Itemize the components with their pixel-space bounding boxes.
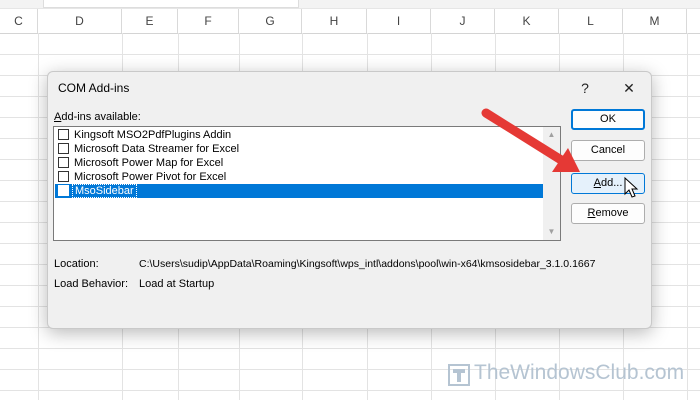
addin-label: Microsoft Data Streamer for Excel: [74, 143, 240, 155]
windowsclub-logo-icon: [448, 364, 470, 386]
addin-list-item[interactable]: Kingsoft MSO2PdfPlugins Addin: [55, 128, 543, 142]
column-header-l[interactable]: L: [559, 9, 623, 33]
column-header-row: C D E F G H I J K L M: [0, 8, 700, 34]
remove-button-label: emove: [595, 207, 629, 219]
column-header-m[interactable]: M: [623, 9, 687, 33]
addin-label: Microsoft Power Pivot for Excel: [74, 171, 227, 183]
formula-bar[interactable]: [43, 0, 299, 8]
column-header-i[interactable]: I: [367, 9, 431, 33]
scroll-down-icon[interactable]: ▼: [543, 225, 560, 239]
location-value: C:\Users\sudip\AppData\Roaming\Kingsoft\…: [139, 258, 596, 270]
dialog-titlebar[interactable]: COM Add-ins ? ✕: [48, 72, 651, 104]
addin-checkbox[interactable]: [58, 143, 69, 154]
column-gridline: [38, 33, 39, 400]
location-label: Location:: [54, 258, 99, 270]
row-gridline: [0, 390, 700, 391]
column-header-d[interactable]: D: [38, 9, 122, 33]
row-gridline: [0, 54, 700, 55]
column-header-e[interactable]: E: [122, 9, 178, 33]
column-header-j[interactable]: J: [431, 9, 495, 33]
addins-listbox[interactable]: Kingsoft MSO2PdfPlugins Addin Microsoft D…: [53, 126, 561, 241]
remove-button[interactable]: Remove: [571, 203, 645, 224]
column-header-c[interactable]: C: [0, 9, 38, 33]
addin-checkbox[interactable]: [58, 129, 69, 140]
cancel-button[interactable]: Cancel: [571, 140, 645, 161]
load-behavior-label: Load Behavior:: [54, 278, 128, 290]
addin-checkbox[interactable]: [58, 185, 69, 196]
addin-label: Microsoft Power Map for Excel: [74, 157, 224, 169]
listbox-scrollbar[interactable]: ▲ ▼: [543, 127, 560, 240]
add-accelerator: A: [593, 177, 601, 189]
addin-list-item[interactable]: Microsoft Power Map for Excel: [55, 156, 543, 170]
ok-button[interactable]: OK: [571, 109, 645, 130]
addin-checkbox[interactable]: [58, 157, 69, 168]
row-gridline: [0, 348, 700, 349]
add-button[interactable]: Add...: [571, 173, 645, 194]
addin-list-item[interactable]: Microsoft Data Streamer for Excel: [55, 142, 543, 156]
addin-list-item[interactable]: Microsoft Power Pivot for Excel: [55, 170, 543, 184]
formula-area-strip: [0, 0, 700, 8]
addin-label: Kingsoft MSO2PdfPlugins Addin: [74, 129, 232, 141]
addin-label: MsoSidebar: [72, 184, 137, 198]
column-gridline: [687, 33, 688, 400]
addins-available-label: Add-ins available:: [54, 111, 141, 123]
close-icon[interactable]: ✕: [618, 78, 640, 98]
addins-label-text: dd-ins available:: [61, 111, 141, 123]
load-behavior-value: Load at Startup: [139, 278, 215, 290]
column-header-g[interactable]: G: [239, 9, 302, 33]
addin-list-item[interactable]: MsoSidebar: [55, 184, 543, 198]
add-button-label: dd...: [600, 177, 623, 189]
column-header-f[interactable]: F: [178, 9, 239, 33]
column-header-k[interactable]: K: [495, 9, 559, 33]
scroll-up-icon[interactable]: ▲: [543, 128, 560, 142]
addin-checkbox[interactable]: [58, 171, 69, 182]
help-icon[interactable]: ?: [574, 78, 596, 98]
com-addins-dialog: COM Add-ins ? ✕ Add-ins available: Kings…: [47, 71, 652, 329]
dialog-title: COM Add-ins: [58, 81, 130, 95]
column-header-h[interactable]: H: [302, 9, 367, 33]
watermark-text: TheWindowsClub.com: [474, 361, 685, 384]
